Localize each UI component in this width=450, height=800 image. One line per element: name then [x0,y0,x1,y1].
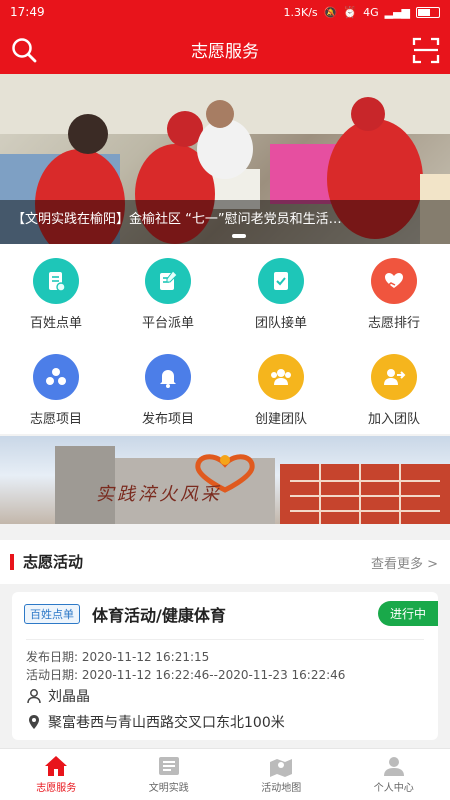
status-time: 17:49 [10,5,45,19]
activity-tag: 百姓点单 [24,604,80,624]
status-indicators: 1.3K/s 🔕 ⏰ 4G ▂▄▆ [284,6,440,19]
grid-item-volunteer-rank[interactable]: 志愿排行 [338,258,450,331]
battery-icon [416,6,440,18]
tab-label: 文明实践 [148,783,189,794]
carousel-indicator [232,234,246,238]
activity-location-row: 聚富巷西与青山西路交叉口东北100米 [26,712,285,732]
activity-location: 聚富巷西与青山西路交叉口东北100米 [48,715,285,731]
grid-item-join-team[interactable]: 加入团队 [338,354,450,427]
news-icon [158,757,179,775]
heart-hand-icon [371,258,417,304]
tab-label: 活动地图 [261,783,302,794]
scan-icon[interactable] [412,36,440,64]
tab-label: 志愿服务 [36,783,77,794]
status-badge: 进行中 [377,601,438,626]
alarm-icon: ⏰ [343,5,358,19]
grid-item-label: 团队接单 [254,316,307,331]
banner-caption: 【文明实践在榆阳】金榆社区 “七一”慰问老党员和生活… [0,200,450,244]
search-icon[interactable] [10,36,38,64]
tab-label: 个人中心 [373,783,414,794]
news-banner[interactable]: 【文明实践在榆阳】金榆社区 “七一”慰问老党员和生活… [0,74,450,244]
promo-building-image [55,446,450,524]
grid-item-label: 志愿项目 [29,412,82,427]
accept-order-icon [258,258,304,304]
activity-person-row: 刘晶晶 [26,686,90,706]
grid-item-public-order[interactable]: 百姓点单 [0,258,112,331]
activity-date: 活动日期: 2020-11-12 16:22:46--2020-11-23 16… [26,668,346,682]
user-icon [383,757,404,776]
map-icon [270,759,293,777]
location-pin-icon [29,715,39,729]
network-speed: 1.3K/s [283,5,318,19]
grid-item-label: 志愿排行 [367,316,420,331]
grid-item-volunteer-project[interactable]: 志愿项目 [0,354,112,427]
promo-slogan: 实践淬火风采 [96,484,222,505]
function-grid: 百姓点单 平台派单 团队接单 志愿排行 志愿项目 发布项目 创建团队 加入团队 [0,244,450,434]
volunteer-activity-section-header: 志愿活动 查看更多 > [0,540,450,584]
home-icon [45,756,68,776]
person-icon [27,689,41,704]
grid-item-label: 百姓点单 [29,316,82,331]
signal-icon: ▂▄▆ [384,5,410,19]
status-bar: 17:49 1.3K/s 🔕 ⏰ 4G ▂▄▆ [0,0,450,24]
grid-item-team-accept[interactable]: 团队接单 [225,258,337,331]
activity-person: 刘晶晶 [48,689,90,705]
tab-volunteer-service[interactable]: 志愿服务 [0,749,113,800]
grid-item-platform-dispatch[interactable]: 平台派单 [112,258,224,331]
bell-icon [145,354,191,400]
grid-item-label: 平台派单 [141,316,194,331]
bottom-tab-bar: 志愿服务 文明实践 活动地图 个人中心 [0,748,450,800]
view-more-link[interactable]: 查看更多 > [371,553,438,572]
tab-activity-map[interactable]: 活动地图 [225,749,338,800]
grid-item-label: 创建团队 [254,412,307,427]
page-title: 志愿服务 [191,41,259,62]
mute-icon: 🔕 [323,5,338,19]
divider [26,639,424,640]
dispatch-icon [145,258,191,304]
grid-item-label: 加入团队 [367,412,420,427]
project-icon [33,354,79,400]
order-form-icon [33,258,79,304]
join-team-icon [371,354,417,400]
publish-date: 发布日期: 2020-11-12 16:21:15 [26,650,210,664]
grid-item-publish-project[interactable]: 发布项目 [112,354,224,427]
activity-title: 体育活动/健康体育 [92,606,226,625]
app-bar: 志愿服务 [0,24,450,74]
tab-personal-center[interactable]: 个人中心 [338,749,450,800]
network-type: 4G [363,5,379,19]
tab-civilization-practice[interactable]: 文明实践 [113,749,226,800]
grid-item-create-team[interactable]: 创建团队 [225,354,337,427]
grid-item-label: 发布项目 [141,412,194,427]
section-title: 志愿活动 [10,554,83,570]
team-icon [258,354,304,400]
promo-banner[interactable]: 实践淬火风采 [0,436,450,524]
activity-card[interactable]: 百姓点单 体育活动/健康体育 进行中 发布日期: 2020-11-12 16:2… [12,592,438,740]
